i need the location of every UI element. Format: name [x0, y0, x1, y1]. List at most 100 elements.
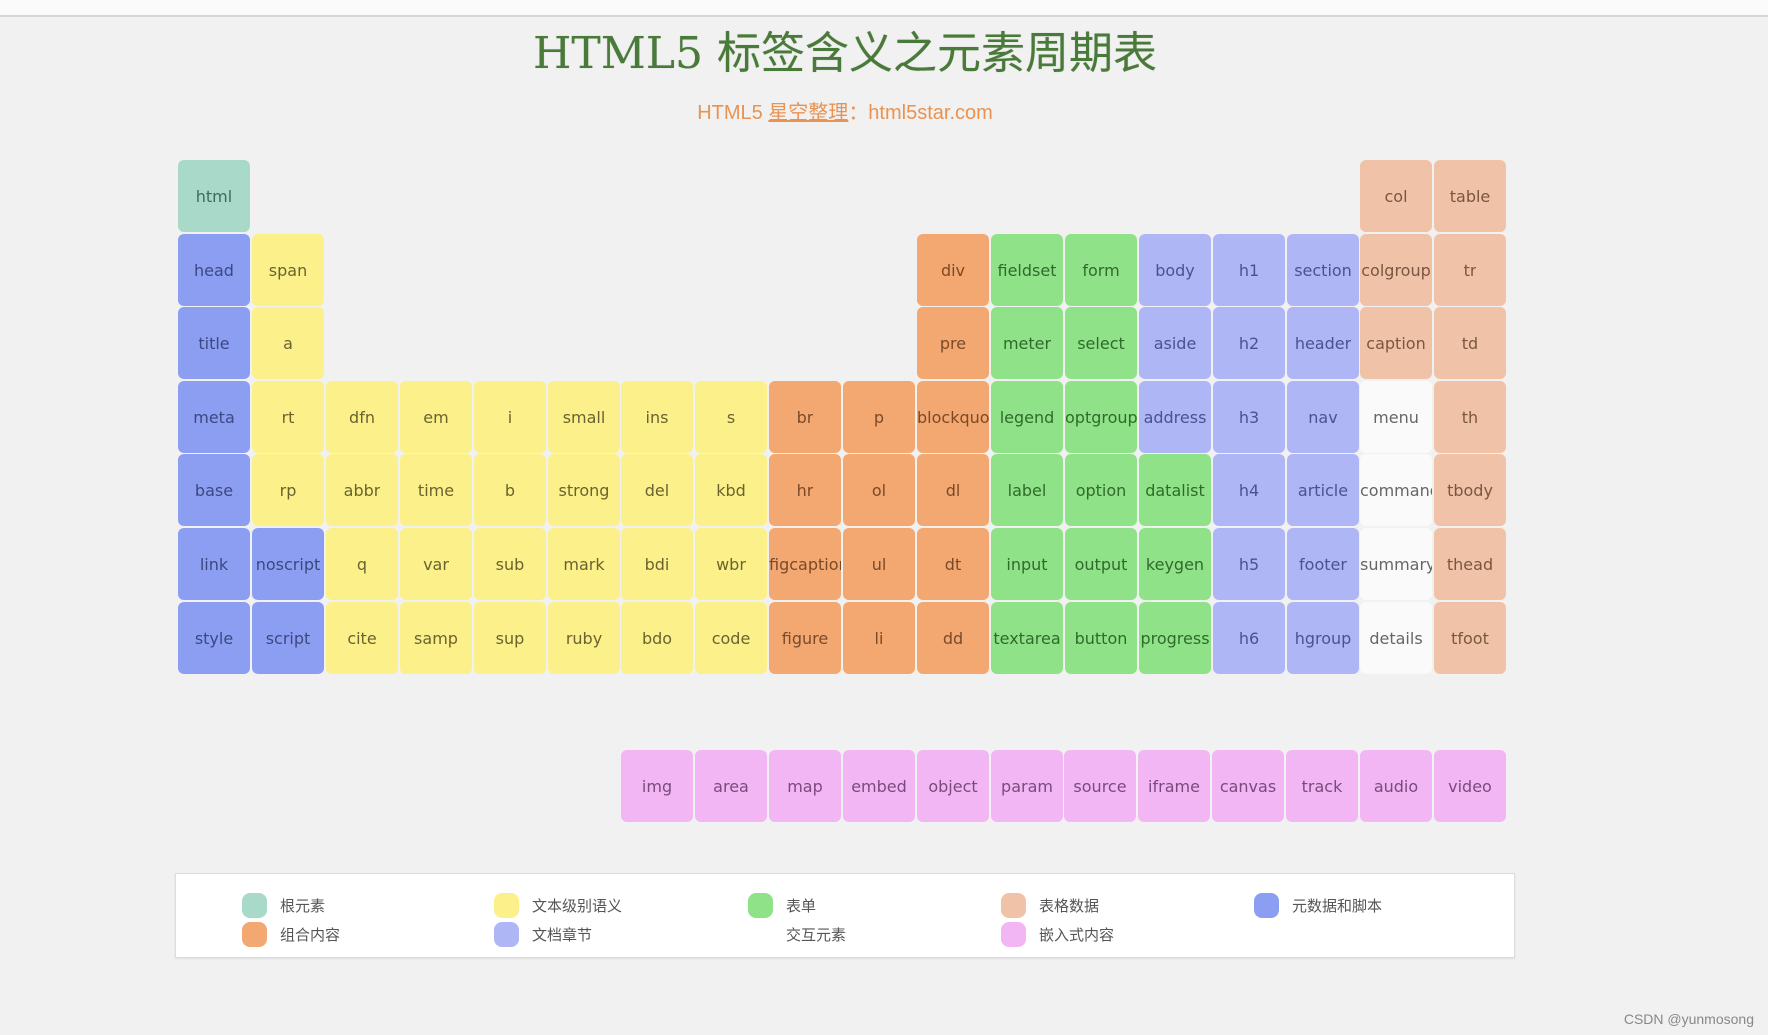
element-cell-title[interactable]: title: [178, 307, 250, 379]
element-cell-meter[interactable]: meter: [991, 307, 1063, 379]
element-cell-li[interactable]: li: [843, 602, 915, 674]
element-cell-address[interactable]: address: [1139, 381, 1211, 453]
element-cell-section[interactable]: section: [1287, 234, 1359, 306]
element-cell-p[interactable]: p: [843, 381, 915, 453]
element-cell-div[interactable]: div: [917, 234, 989, 306]
element-cell-menu[interactable]: menu: [1360, 381, 1432, 453]
element-cell-aside[interactable]: aside: [1139, 307, 1211, 379]
element-cell-html[interactable]: html: [178, 160, 250, 232]
element-cell-tbody[interactable]: tbody: [1434, 454, 1506, 526]
element-cell-pre[interactable]: pre: [917, 307, 989, 379]
element-cell-hr[interactable]: hr: [769, 454, 841, 526]
element-cell-em[interactable]: em: [400, 381, 472, 453]
element-cell-span[interactable]: span: [252, 234, 324, 306]
element-cell-map[interactable]: map: [769, 750, 841, 822]
element-cell-abbr[interactable]: abbr: [326, 454, 398, 526]
element-cell-legend[interactable]: legend: [991, 381, 1063, 453]
element-cell-input[interactable]: input: [991, 528, 1063, 600]
element-cell-var[interactable]: var: [400, 528, 472, 600]
element-cell-rp[interactable]: rp: [252, 454, 324, 526]
element-cell-dd[interactable]: dd: [917, 602, 989, 674]
element-cell-thead[interactable]: thead: [1434, 528, 1506, 600]
element-cell-audio[interactable]: audio: [1360, 750, 1432, 822]
element-cell-h4[interactable]: h4: [1213, 454, 1285, 526]
element-cell-code[interactable]: code: [695, 602, 767, 674]
element-cell-body[interactable]: body: [1139, 234, 1211, 306]
element-cell-header[interactable]: header: [1287, 307, 1359, 379]
element-cell-source[interactable]: source: [1064, 750, 1136, 822]
element-cell-optgroup[interactable]: optgroup: [1065, 381, 1137, 453]
element-cell-ins[interactable]: ins: [621, 381, 693, 453]
element-cell-i[interactable]: i: [474, 381, 546, 453]
element-cell-tr[interactable]: tr: [1434, 234, 1506, 306]
element-cell-ul[interactable]: ul: [843, 528, 915, 600]
element-cell-embed[interactable]: embed: [843, 750, 915, 822]
element-cell-th[interactable]: th: [1434, 381, 1506, 453]
element-cell-br[interactable]: br: [769, 381, 841, 453]
element-cell-b[interactable]: b: [474, 454, 546, 526]
element-cell-select[interactable]: select: [1065, 307, 1137, 379]
element-cell-nav[interactable]: nav: [1287, 381, 1359, 453]
element-cell-blockquote[interactable]: blockquote: [917, 381, 989, 453]
element-cell-area[interactable]: area: [695, 750, 767, 822]
element-cell-bdo[interactable]: bdo: [621, 602, 693, 674]
element-cell-dfn[interactable]: dfn: [326, 381, 398, 453]
element-cell-h2[interactable]: h2: [1213, 307, 1285, 379]
element-cell-bdi[interactable]: bdi: [621, 528, 693, 600]
element-cell-iframe[interactable]: iframe: [1138, 750, 1210, 822]
element-cell-meta[interactable]: meta: [178, 381, 250, 453]
element-cell-ol[interactable]: ol: [843, 454, 915, 526]
element-cell-article[interactable]: article: [1287, 454, 1359, 526]
element-cell-option[interactable]: option: [1065, 454, 1137, 526]
element-cell-sub[interactable]: sub: [474, 528, 546, 600]
element-cell-noscript[interactable]: noscript: [252, 528, 324, 600]
element-cell-h5[interactable]: h5: [1213, 528, 1285, 600]
element-cell-fieldset[interactable]: fieldset: [991, 234, 1063, 306]
element-cell-h3[interactable]: h3: [1213, 381, 1285, 453]
element-cell-table[interactable]: table: [1434, 160, 1506, 232]
element-cell-canvas[interactable]: canvas: [1212, 750, 1284, 822]
element-cell-time[interactable]: time: [400, 454, 472, 526]
element-cell-rt[interactable]: rt: [252, 381, 324, 453]
element-cell-mark[interactable]: mark: [548, 528, 620, 600]
element-cell-datalist[interactable]: datalist: [1139, 454, 1211, 526]
element-cell-kbd[interactable]: kbd: [695, 454, 767, 526]
element-cell-colgroup[interactable]: colgroup: [1360, 234, 1432, 306]
element-cell-a[interactable]: a: [252, 307, 324, 379]
element-cell-hgroup[interactable]: hgroup: [1287, 602, 1359, 674]
element-cell-sup[interactable]: sup: [474, 602, 546, 674]
element-cell-label[interactable]: label: [991, 454, 1063, 526]
element-cell-figure[interactable]: figure: [769, 602, 841, 674]
element-cell-button[interactable]: button: [1065, 602, 1137, 674]
element-cell-small[interactable]: small: [548, 381, 620, 453]
element-cell-head[interactable]: head: [178, 234, 250, 306]
element-cell-td[interactable]: td: [1434, 307, 1506, 379]
element-cell-wbr[interactable]: wbr: [695, 528, 767, 600]
element-cell-cite[interactable]: cite: [326, 602, 398, 674]
element-cell-video[interactable]: video: [1434, 750, 1506, 822]
element-cell-keygen[interactable]: keygen: [1139, 528, 1211, 600]
author-link[interactable]: 星空整理: [768, 102, 848, 124]
element-cell-textarea[interactable]: textarea: [991, 602, 1063, 674]
element-cell-form[interactable]: form: [1065, 234, 1137, 306]
element-cell-output[interactable]: output: [1065, 528, 1137, 600]
element-cell-script[interactable]: script: [252, 602, 324, 674]
element-cell-style[interactable]: style: [178, 602, 250, 674]
element-cell-col[interactable]: col: [1360, 160, 1432, 232]
element-cell-dt[interactable]: dt: [917, 528, 989, 600]
element-cell-object[interactable]: object: [917, 750, 989, 822]
element-cell-command[interactable]: command: [1360, 454, 1432, 526]
element-cell-h1[interactable]: h1: [1213, 234, 1285, 306]
element-cell-track[interactable]: track: [1286, 750, 1358, 822]
element-cell-details[interactable]: details: [1360, 602, 1432, 674]
element-cell-samp[interactable]: samp: [400, 602, 472, 674]
element-cell-footer[interactable]: footer: [1287, 528, 1359, 600]
element-cell-param[interactable]: param: [991, 750, 1063, 822]
element-cell-q[interactable]: q: [326, 528, 398, 600]
element-cell-link[interactable]: link: [178, 528, 250, 600]
element-cell-progress[interactable]: progress: [1139, 602, 1211, 674]
element-cell-strong[interactable]: strong: [548, 454, 620, 526]
element-cell-ruby[interactable]: ruby: [548, 602, 620, 674]
element-cell-img[interactable]: img: [621, 750, 693, 822]
element-cell-caption[interactable]: caption: [1360, 307, 1432, 379]
